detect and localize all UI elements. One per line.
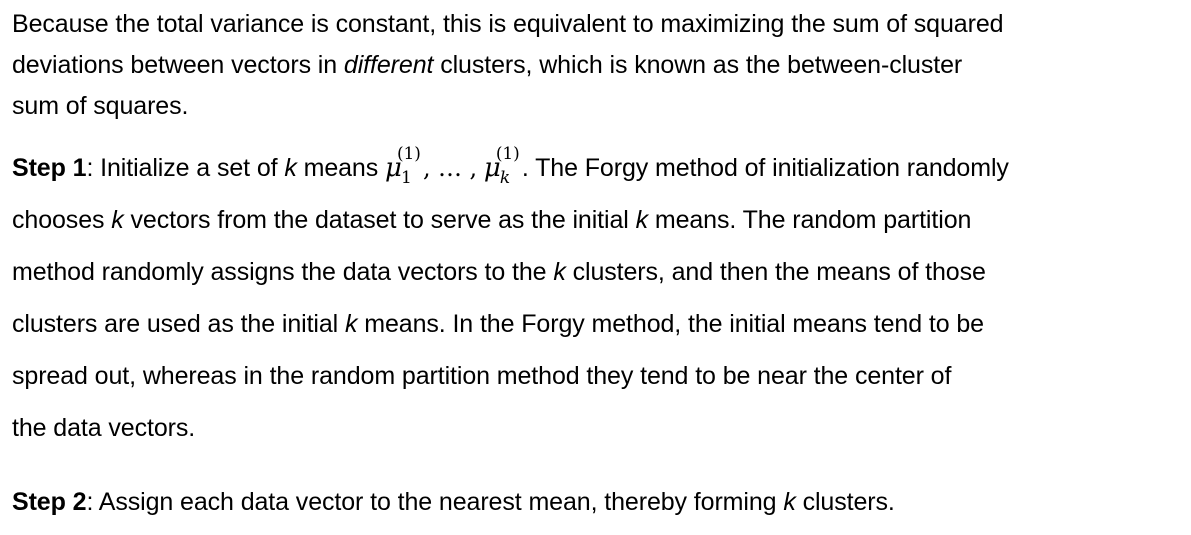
subscript: 1 [400, 168, 412, 188]
text-run: clusters are used as the initial [12, 310, 345, 338]
paragraph-step-1: Step 1: Initialize a set of k means μ (1)… [12, 142, 1009, 454]
emphasis-different: different [343, 51, 434, 79]
step1-line-3: method randomly assigns the data vectors… [12, 246, 1009, 298]
text-run: means. The random partition [648, 206, 972, 234]
step1-line-1: Step 1: Initialize a set of k means μ (1)… [12, 142, 1009, 194]
text-run: method randomly assigns the data vectors… [12, 258, 554, 286]
text-run: clusters, and then the means of those [565, 258, 986, 286]
paragraph-line-1: Because the total variance is constant, … [12, 4, 1004, 45]
text-run: sum of squares. [12, 92, 189, 120]
var-k: k [111, 206, 124, 234]
step2-label: Step 2 [12, 488, 87, 516]
var-k: k [553, 258, 566, 286]
step1-line-4: clusters are used as the initial k means… [12, 298, 1009, 350]
text-run: means [296, 154, 385, 182]
text-run: the data vectors. [12, 414, 196, 442]
text-run: spread out, whereas in the random partit… [12, 362, 952, 390]
step1-line-2: chooses k vectors from the dataset to se… [12, 194, 1009, 246]
step1-line-5: spread out, whereas in the random partit… [12, 350, 1009, 402]
step1-label: Step 1 [12, 154, 87, 182]
step2-line-1: Step 2: Assign each data vector to the n… [12, 476, 895, 528]
text-run: chooses [12, 206, 112, 234]
text-run: . The Forgy method of initialization ran… [521, 154, 1009, 182]
subscript: k [499, 168, 511, 188]
math-mu-k: μ (1) k [484, 142, 522, 188]
var-k: k [635, 206, 649, 234]
text-run: clusters, which is known as the between-… [433, 51, 963, 79]
paragraph-line-2: deviations between vectors in different … [12, 45, 1003, 86]
text-run: deviations between vectors in [12, 51, 344, 79]
text-run: : Assign each data vector to the nearest… [86, 488, 784, 516]
text-run: : Initialize a set of [86, 154, 285, 182]
text-run: clusters. [795, 488, 895, 516]
step1-line-6: the data vectors. [12, 402, 1009, 454]
text-run: Because the total variance is constant, … [12, 10, 1004, 38]
text-run: means. In the Forgy method, the initial … [357, 310, 984, 338]
var-k: k [344, 310, 358, 338]
math-separator: , … , [422, 154, 478, 182]
var-k: k [783, 488, 796, 516]
text-run: vectors from the dataset to serve as the… [123, 206, 636, 234]
math-mu-1: μ (1) 1 [385, 142, 423, 188]
paragraph-line-3: sum of squares. [12, 86, 1003, 127]
paragraph-between-cluster: Because the total variance is constant, … [12, 4, 1004, 127]
var-k: k [284, 154, 297, 182]
paragraph-step-2: Step 2: Assign each data vector to the n… [12, 476, 895, 528]
